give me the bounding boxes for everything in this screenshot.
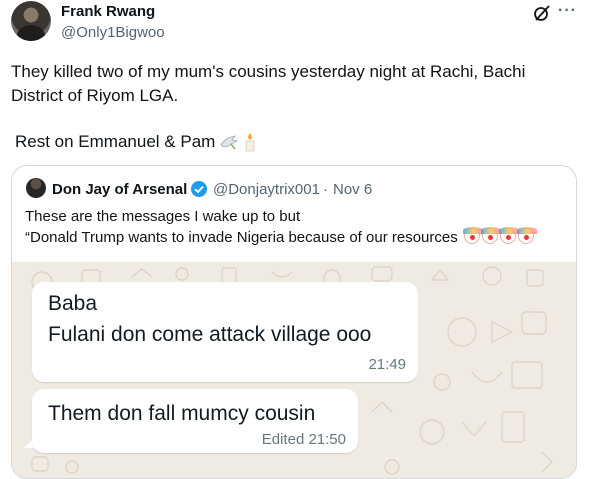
quote-author-handle[interactable]: @Donjaytrix001	[213, 181, 320, 198]
quote-author-name[interactable]: Don Jay of Arsenal	[52, 181, 187, 198]
author-avatar[interactable]	[11, 1, 51, 41]
author-handle[interactable]: @Only1Bigwoo	[61, 24, 165, 41]
quoted-tweet[interactable]: Don Jay of Arsenal @Donjaytrix001 · Nov …	[11, 165, 577, 479]
tweet-text: They killed two of my mum's cousins yest…	[11, 62, 526, 105]
dove-emoji	[220, 135, 239, 150]
verified-badge-icon	[191, 181, 207, 197]
chat-timestamp: Edited 21:50	[261, 431, 346, 448]
clown-emoji	[498, 227, 519, 244]
grok-icon[interactable]	[533, 4, 551, 22]
candle-emoji	[245, 133, 255, 152]
quote-text-line2: “Donald Trump wants to invade Nigeria be…	[25, 229, 458, 246]
quote-text: These are the messages I wake up to but …	[25, 206, 570, 248]
quote-separator: ·	[323, 181, 328, 198]
chat-message-line: Baba	[48, 292, 98, 315]
chat-message-line: Them don fall mumcy cousin	[48, 402, 316, 425]
tweet-rest-line: Rest on Emmanuel & Pam	[15, 131, 257, 153]
chat-bubble[interactable]: Baba Fulani don come attack village ooo …	[32, 282, 418, 382]
quote-avatar[interactable]	[26, 178, 46, 198]
quote-text-line2-row: “Donald Trump wants to invade Nigeria be…	[25, 227, 570, 248]
clown-emoji	[480, 227, 501, 244]
quote-date[interactable]: Nov 6	[333, 181, 372, 198]
quote-text-line1: These are the messages I wake up to but	[25, 208, 301, 225]
tweet-rest-text: Rest on Emmanuel & Pam	[15, 132, 216, 151]
chat-timestamp: 21:49	[368, 356, 406, 373]
more-options-icon[interactable]: ···	[558, 3, 578, 22]
author-name[interactable]: Frank Rwang	[61, 3, 155, 20]
chat-screenshot-image[interactable]: Baba Fulani don come attack village ooo …	[12, 262, 576, 478]
clown-emoji	[462, 227, 483, 244]
clown-emoji	[516, 227, 537, 244]
chat-message-line: Fulani don come attack village ooo	[48, 323, 372, 346]
chat-bubble[interactable]: Them don fall mumcy cousin Edited 21:50	[32, 389, 358, 453]
